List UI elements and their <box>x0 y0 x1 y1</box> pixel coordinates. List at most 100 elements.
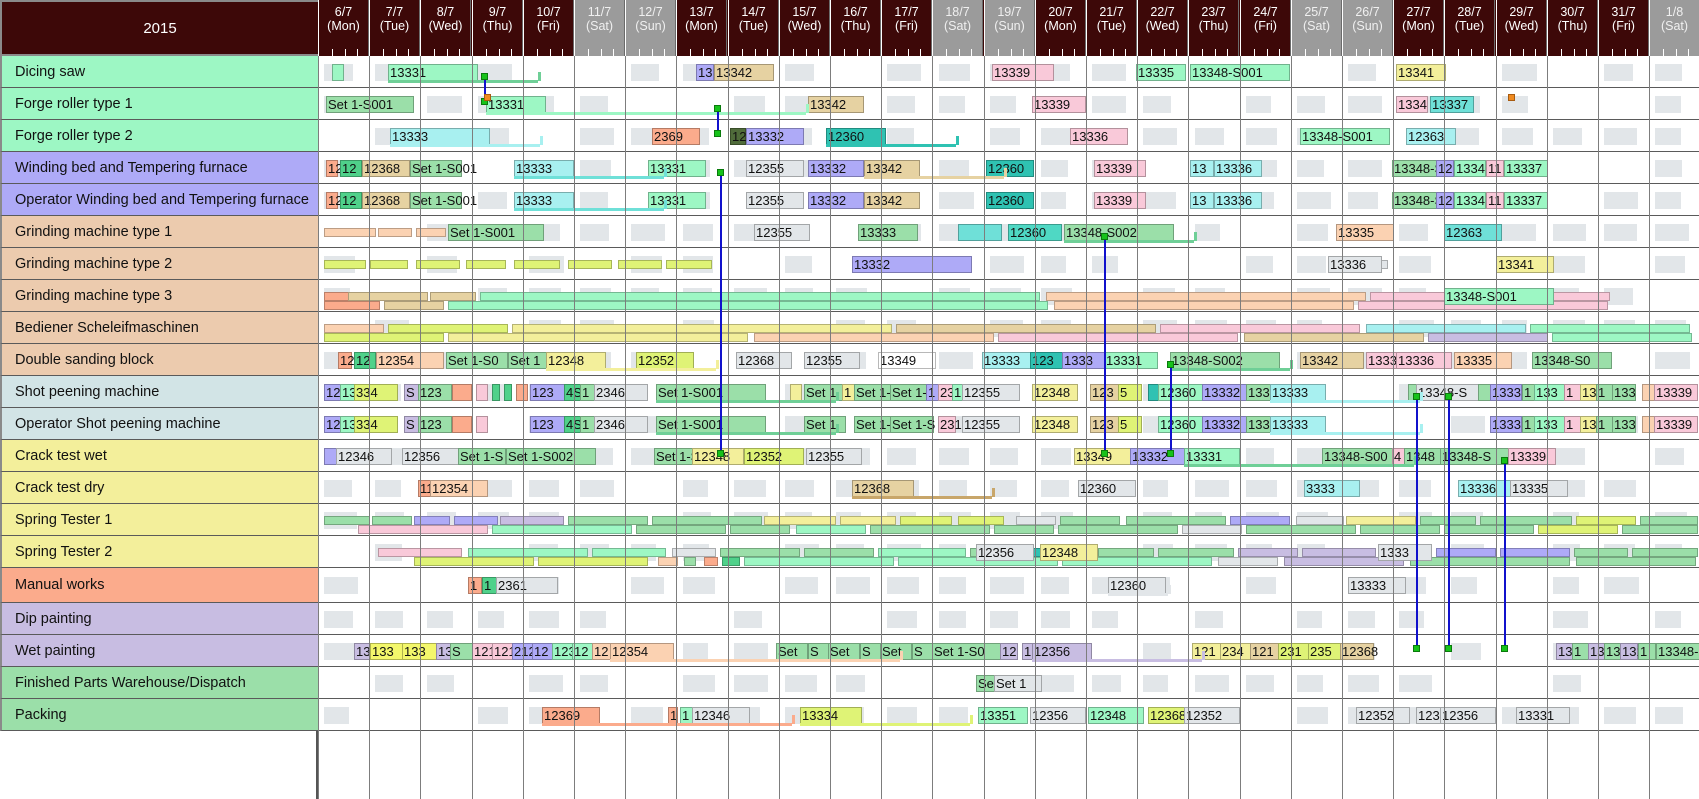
task-bar[interactable]: 1333 <box>1378 544 1432 561</box>
task-bar[interactable]: 13342 <box>1300 352 1364 369</box>
day-header-cell[interactable]: 17/7 (Fri) <box>881 0 932 56</box>
task-bar[interactable]: 133 <box>1612 416 1636 433</box>
gantt-row[interactable]: 11 12354 12368 12360 3333 13336 13335 <box>318 472 1699 504</box>
task-bar[interactable]: 13331 <box>1516 707 1570 724</box>
task-bar[interactable]: 13 <box>696 64 714 81</box>
task-bar[interactable]: 12360 <box>986 192 1034 209</box>
task-bar[interactable]: 334 <box>354 384 398 401</box>
task-bar[interactable]: 12348 <box>1040 544 1098 561</box>
day-header-cell[interactable]: 20/7 (Mon) <box>1035 0 1086 56</box>
task-bar[interactable]: Set <box>776 643 808 660</box>
task-bar[interactable]: 1333 <box>1490 384 1522 401</box>
task-bar[interactable]: 133 <box>1612 384 1636 401</box>
task-bar[interactable]: 13336 <box>1214 160 1262 177</box>
dependency-end-node[interactable] <box>1501 645 1508 652</box>
task-bar[interactable]: Set 1-S0 <box>446 352 508 369</box>
task-bar[interactable]: 334 <box>354 416 398 433</box>
day-header-cell[interactable]: 22/7 (Wed) <box>1137 0 1188 56</box>
task-bar[interactable]: 1333 <box>1490 416 1522 433</box>
task-bar[interactable]: 1334 <box>1396 96 1428 113</box>
task-bar[interactable]: 12354 <box>610 643 674 660</box>
task-bar[interactable]: 13331 <box>486 96 546 113</box>
task-bar[interactable]: 13348-S002 <box>1064 224 1174 241</box>
task-bar[interactable]: Set 1-S001 <box>448 224 544 241</box>
day-header-cell[interactable]: 31/7 (Fri) <box>1598 0 1649 56</box>
task-bar[interactable]: 123 <box>552 643 576 660</box>
gantt-row[interactable]: 12356 12348 1333 <box>318 536 1699 568</box>
task-bar[interactable]: 13333 <box>982 352 1032 369</box>
task-bar[interactable]: 12 <box>340 160 362 177</box>
task-bar[interactable]: 12360 <box>986 160 1034 177</box>
day-header-cell[interactable]: 28/7 (Tue) <box>1444 0 1495 56</box>
task-bar[interactable]: 123 <box>530 384 566 401</box>
day-header-cell[interactable]: 10/7 (Fri) <box>523 0 574 56</box>
task-bar[interactable]: 13335 <box>1510 480 1568 497</box>
task-bar[interactable]: S <box>912 643 934 660</box>
resource-row-label[interactable]: Wet painting <box>0 635 318 667</box>
task-bar[interactable]: 12352 <box>1356 707 1410 724</box>
task-bar[interactable]: 13335 <box>1136 64 1186 81</box>
task-bar[interactable]: 13348-S <box>1440 448 1510 465</box>
day-header-cell[interactable]: 24/7 (Fri) <box>1240 0 1291 56</box>
task-bar[interactable]: S <box>860 643 882 660</box>
task-bar[interactable]: 131 <box>1620 643 1644 660</box>
resource-row-label[interactable]: Shot peening machine <box>0 376 318 408</box>
task-bar[interactable]: 12348 <box>1032 416 1078 433</box>
task-bar[interactable]: 13332 <box>1202 416 1248 433</box>
gantt-row[interactable]: 1213334S1231234S12346Set 1-S001Set 1Set … <box>318 408 1699 440</box>
day-header-cell[interactable]: 7/7 (Tue) <box>369 0 420 56</box>
task-bar[interactable] <box>516 384 528 401</box>
task-bar[interactable]: 13333 <box>858 224 918 241</box>
dependency-start-node[interactable] <box>1167 361 1174 368</box>
task-bar[interactable]: 12 <box>532 643 554 660</box>
task-bar[interactable] <box>504 384 512 401</box>
task-bar[interactable]: 13331 <box>648 160 706 177</box>
task-bar[interactable]: 13348-S001 <box>1300 128 1390 145</box>
task-bar[interactable]: 13332 <box>1130 448 1188 465</box>
task-bar[interactable]: 12360 <box>826 128 886 145</box>
day-header-cell[interactable]: 9/7 (Thu) <box>472 0 523 56</box>
task-bar[interactable]: 12352 <box>744 448 804 465</box>
task-bar[interactable] <box>452 416 472 433</box>
task-bar[interactable]: 13342 <box>714 64 774 81</box>
task-bar[interactable]: 12368 <box>1340 643 1378 660</box>
task-bar[interactable]: Set 1-S001 <box>656 384 766 401</box>
task-bar[interactable]: 13339 <box>1508 448 1556 465</box>
day-header-cell[interactable]: 13/7 (Mon) <box>676 0 727 56</box>
task-bar[interactable]: Set 1-S0 <box>932 643 1008 660</box>
resource-row-label[interactable]: Spring Tester 2 <box>0 536 318 568</box>
resource-row-label[interactable]: Dip painting <box>0 603 318 635</box>
task-bar[interactable]: 13336 <box>1214 192 1262 209</box>
task-bar[interactable]: Set 1-S <box>458 448 506 465</box>
resource-row-label[interactable]: Crack test dry <box>0 472 318 504</box>
task-bar[interactable]: 12363 <box>1406 128 1456 145</box>
task-bar[interactable]: 121 <box>492 643 516 660</box>
task-bar[interactable]: 11 <box>1486 192 1504 209</box>
task-bar[interactable]: 123 <box>418 384 452 401</box>
connector-node[interactable] <box>484 94 491 101</box>
task-bar[interactable]: 13333 <box>1270 416 1326 433</box>
task-bar[interactable] <box>476 416 488 433</box>
task-bar[interactable] <box>790 384 802 401</box>
task-bar[interactable]: 13339 <box>1094 160 1146 177</box>
task-bar[interactable]: 12348 <box>546 352 606 369</box>
task-bar[interactable]: 12 <box>1000 643 1018 660</box>
resource-row-label[interactable]: Manual works <box>0 568 318 603</box>
day-header-cell[interactable]: 30/7 (Thu) <box>1547 0 1598 56</box>
task-bar[interactable]: 12352 <box>636 352 694 369</box>
task-bar[interactable]: Set 1-S001 <box>410 192 477 209</box>
day-header-cell[interactable]: 8/7 (Wed) <box>420 0 471 56</box>
task-bar[interactable]: 12368 <box>852 480 914 497</box>
resource-row-label[interactable]: Crack test wet <box>0 440 318 472</box>
task-bar[interactable]: 12360 <box>1158 416 1206 433</box>
task-bar[interactable]: 13348-S001 <box>1444 288 1554 305</box>
task-bar[interactable]: 12356 <box>402 448 460 465</box>
task-bar[interactable]: 12 <box>1436 192 1454 209</box>
task-bar[interactable]: 12354 <box>376 352 444 369</box>
dependency-end-node[interactable] <box>714 130 721 137</box>
task-bar[interactable] <box>492 384 500 401</box>
gantt-row[interactable] <box>318 603 1699 635</box>
day-header-cell[interactable]: 19/7 (Sun) <box>984 0 1035 56</box>
task-bar[interactable]: 12355 <box>804 352 860 369</box>
task-bar[interactable]: 12355 <box>962 384 1020 401</box>
